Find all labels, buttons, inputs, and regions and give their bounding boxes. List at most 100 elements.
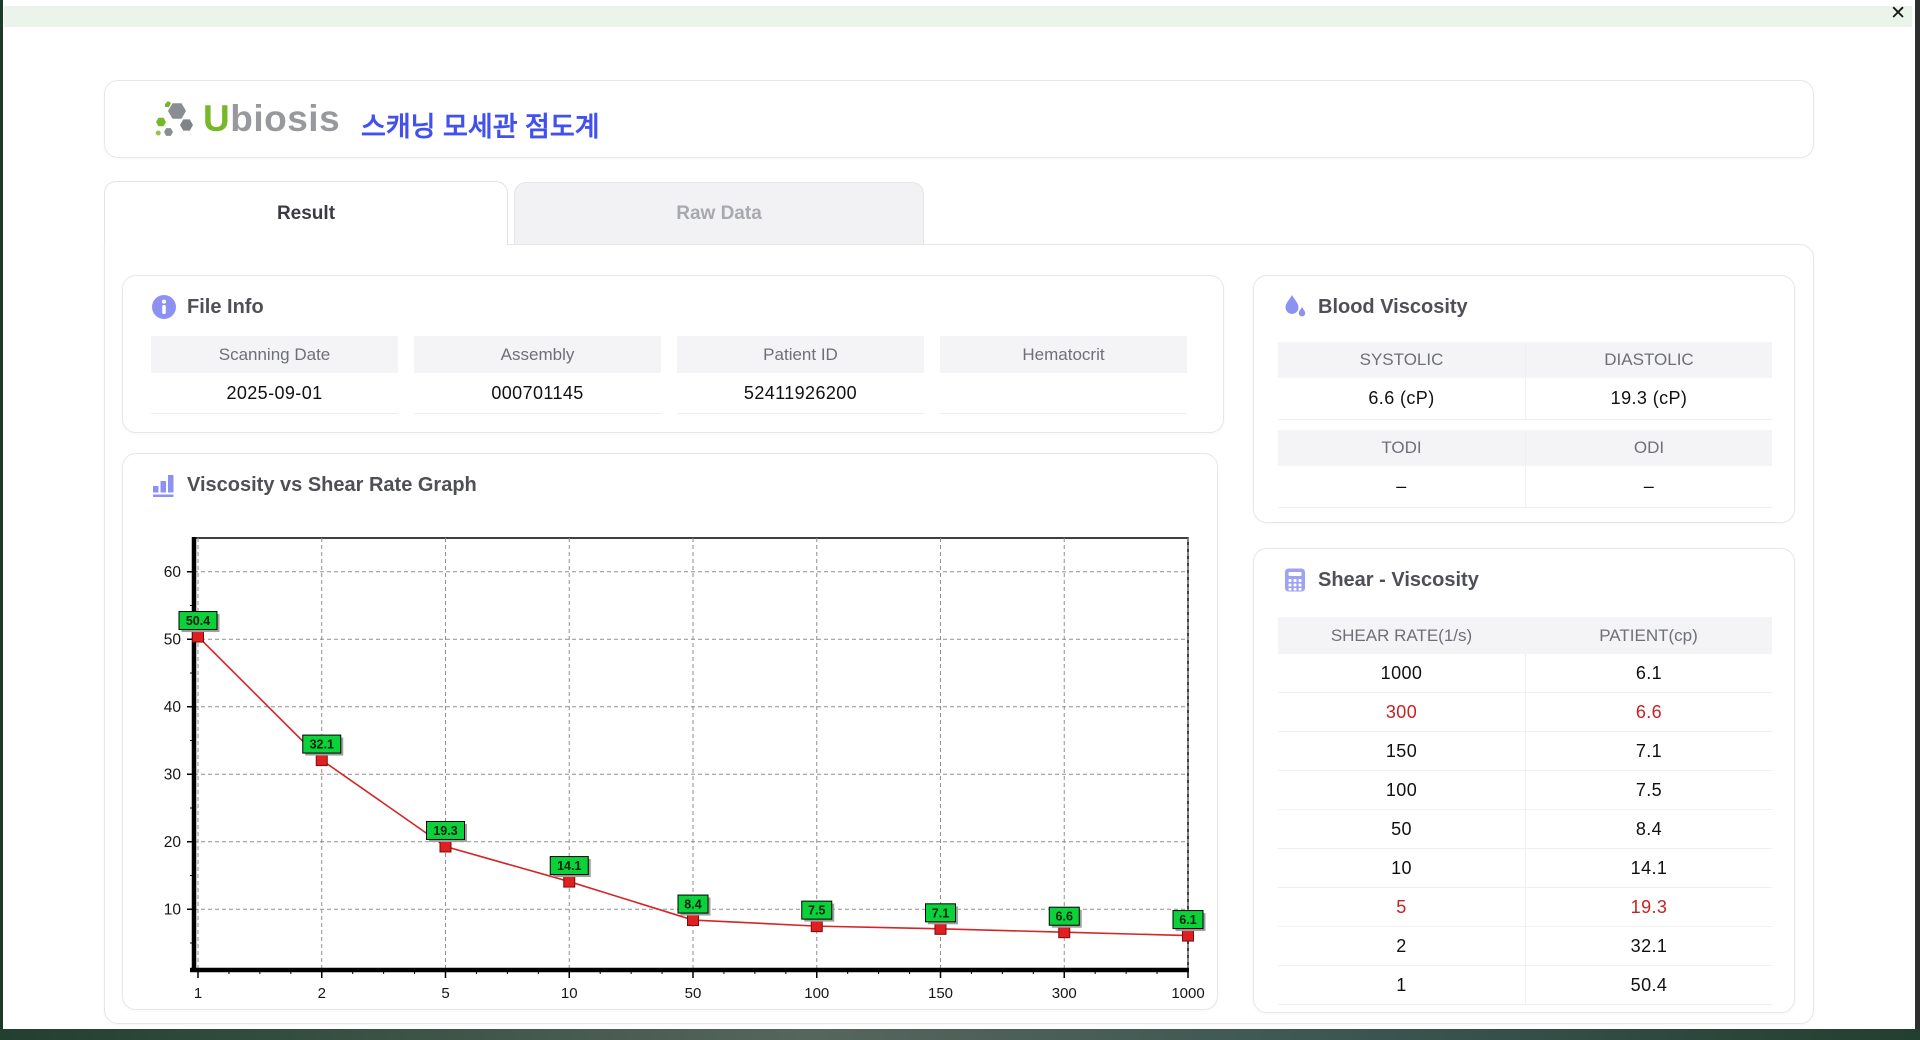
shear-rate-cell: 150 bbox=[1385, 740, 1418, 761]
patient-viscosity-cell: 6.6 bbox=[1525, 693, 1772, 731]
shear-rate-cell: 100 bbox=[1385, 779, 1418, 800]
svg-text:14.1: 14.1 bbox=[557, 859, 581, 873]
field-label: Patient ID bbox=[677, 336, 924, 373]
viscosity-graph-card: Viscosity vs Shear Rate Graph 10 20 30 40 50… bbox=[122, 453, 1218, 1010]
shear-rate-cell: 10 bbox=[1391, 857, 1412, 878]
svg-text:7.1: 7.1 bbox=[932, 906, 949, 920]
field-value: 000701145 bbox=[414, 373, 661, 414]
field-value: 2025-09-01 bbox=[151, 373, 398, 414]
file-info-title: File Info bbox=[187, 295, 264, 318]
ubiosis-logo-icon bbox=[155, 101, 193, 136]
svg-text:300: 300 bbox=[1052, 985, 1077, 1002]
shear-table-row: 1000 6.1 bbox=[1278, 654, 1772, 693]
svg-text:19.3: 19.3 bbox=[433, 824, 457, 838]
shear-viscosity-title-row: Shear - Viscosity bbox=[1282, 567, 1479, 593]
svg-text:30: 30 bbox=[164, 766, 182, 783]
file-info-card: File Info Scanning Date 2025-09-01 Assem… bbox=[122, 275, 1224, 433]
patient-viscosity-cell: 14.1 bbox=[1525, 849, 1772, 887]
close-icon[interactable]: ✕ bbox=[1890, 2, 1906, 26]
window-left-edge bbox=[0, 0, 3, 1040]
svg-text:50: 50 bbox=[164, 631, 182, 648]
field-assembly: Assembly 000701145 bbox=[414, 336, 661, 414]
blood-viscosity-card: Blood Viscosity SYSTOLIC DIASTOLIC 6.6 (… bbox=[1253, 275, 1795, 523]
diastolic-value: 19.3 (cP) bbox=[1525, 378, 1772, 420]
patient-viscosity-cell: 7.1 bbox=[1525, 732, 1772, 770]
blood-viscosity-title: Blood Viscosity bbox=[1318, 295, 1468, 318]
diastolic-header: DIASTOLIC bbox=[1525, 342, 1772, 378]
field-label: Assembly bbox=[414, 336, 661, 373]
odi-value: – bbox=[1525, 466, 1772, 508]
shear-table-body: 1000 6.1 300 6.6 150 7.1 100 7.5 50 8.4 10 14.1 5 19.… bbox=[1278, 654, 1772, 1005]
shear-viscosity-title: Shear - Viscosity bbox=[1318, 568, 1479, 591]
window-bottom-edge bbox=[0, 1029, 1920, 1040]
svg-text:50: 50 bbox=[685, 985, 702, 1002]
svg-text:8.4: 8.4 bbox=[684, 898, 701, 912]
window-right-edge bbox=[1915, 0, 1920, 1040]
window-title-bar bbox=[4, 6, 1912, 27]
shear-table-row: 100 7.5 bbox=[1278, 771, 1772, 810]
shear-table-row: 300 6.6 bbox=[1278, 693, 1772, 732]
app-window: ✕ Ubiosis 스캐닝 모세관 점도계 Result Raw Data Fi… bbox=[0, 0, 1920, 1040]
viscosity-shear-rate-chart: 10 20 30 40 50 60 1 2 5 10 50 100 150 300 1000 50.4 32.1… bbox=[164, 537, 1206, 1002]
svg-text:6.6: 6.6 bbox=[1056, 910, 1073, 924]
svg-text:1: 1 bbox=[194, 985, 202, 1002]
systolic-value: 6.6 (cP) bbox=[1278, 378, 1525, 420]
shear-table-row: 10 14.1 bbox=[1278, 849, 1772, 888]
odi-header: ODI bbox=[1525, 430, 1772, 466]
field-value: 52411926200 bbox=[677, 373, 924, 414]
svg-text:40: 40 bbox=[164, 699, 182, 716]
info-icon bbox=[152, 295, 176, 319]
calculator-icon bbox=[1285, 568, 1305, 592]
svg-text:60: 60 bbox=[164, 564, 182, 581]
shear-table-row: 1 50.4 bbox=[1278, 966, 1772, 1005]
field-hematocrit: Hematocrit bbox=[940, 336, 1187, 414]
shear-rate-column-header: SHEAR RATE(1/s) bbox=[1330, 625, 1473, 645]
patient-viscosity-cell: 7.5 bbox=[1525, 771, 1772, 809]
shear-table-row: 50 8.4 bbox=[1278, 810, 1772, 849]
shear-rate-cell: 1 bbox=[1396, 974, 1407, 995]
droplets-icon bbox=[1285, 295, 1306, 317]
patient-viscosity-cell: 8.4 bbox=[1525, 810, 1772, 848]
patient-column-header: PATIENT(cp) bbox=[1599, 625, 1698, 645]
shear-rate-cell: 50 bbox=[1391, 818, 1412, 839]
blood-viscosity-table: SYSTOLIC DIASTOLIC 6.6 (cP) 19.3 (cP) TO… bbox=[1278, 342, 1772, 508]
svg-text:2: 2 bbox=[318, 985, 326, 1002]
field-label: Scanning Date bbox=[151, 336, 398, 373]
svg-text:7.5: 7.5 bbox=[808, 904, 825, 918]
tab-raw-data[interactable]: Raw Data bbox=[514, 182, 924, 244]
svg-text:6.1: 6.1 bbox=[1179, 913, 1196, 927]
svg-text:32.1: 32.1 bbox=[310, 738, 334, 752]
header-card: Ubiosis 스캐닝 모세관 점도계 bbox=[104, 80, 1814, 158]
patient-viscosity-cell: 19.3 bbox=[1525, 888, 1772, 926]
systolic-header: SYSTOLIC bbox=[1278, 342, 1525, 378]
ubiosis-logo: Ubiosis bbox=[153, 97, 340, 141]
todi-header: TODI bbox=[1278, 430, 1525, 466]
tab-result[interactable]: Result bbox=[104, 181, 508, 245]
svg-text:10: 10 bbox=[164, 901, 182, 918]
blood-viscosity-title-row: Blood Viscosity bbox=[1282, 294, 1468, 320]
app-title: 스캐닝 모세관 점도계 bbox=[361, 112, 600, 142]
svg-text:1000: 1000 bbox=[1171, 985, 1204, 1002]
field-value bbox=[940, 373, 1187, 414]
logo-text-rest: biosis bbox=[230, 98, 341, 139]
svg-text:10: 10 bbox=[561, 985, 578, 1002]
patient-viscosity-cell: 32.1 bbox=[1525, 927, 1772, 965]
patient-viscosity-cell: 6.1 bbox=[1525, 654, 1772, 692]
todi-value: – bbox=[1278, 466, 1525, 508]
shear-table-header: SHEAR RATE(1/s) PATIENT(cp) bbox=[1278, 617, 1772, 654]
shear-rate-cell: 5 bbox=[1396, 896, 1407, 917]
field-patient-id: Patient ID 52411926200 bbox=[677, 336, 924, 414]
field-scanning-date: Scanning Date 2025-09-01 bbox=[151, 336, 398, 414]
svg-text:50.4: 50.4 bbox=[186, 614, 210, 628]
shear-table-row: 2 32.1 bbox=[1278, 927, 1772, 966]
field-label: Hematocrit bbox=[940, 336, 1187, 373]
file-info-fields: Scanning Date 2025-09-01 Assembly 000701… bbox=[151, 336, 1187, 414]
svg-text:100: 100 bbox=[804, 985, 829, 1002]
shear-viscosity-card: Shear - Viscosity SHEAR RATE(1/s) PATIEN… bbox=[1253, 548, 1795, 1013]
shear-viscosity-table: SHEAR RATE(1/s) PATIENT(cp) 1000 6.1 300 6.… bbox=[1278, 617, 1772, 1005]
patient-viscosity-cell: 50.4 bbox=[1525, 966, 1772, 1004]
svg-text:150: 150 bbox=[928, 985, 953, 1002]
shear-table-row: 150 7.1 bbox=[1278, 732, 1772, 771]
logo-letter-u: U bbox=[203, 98, 231, 139]
shear-rate-cell: 2 bbox=[1396, 935, 1407, 956]
